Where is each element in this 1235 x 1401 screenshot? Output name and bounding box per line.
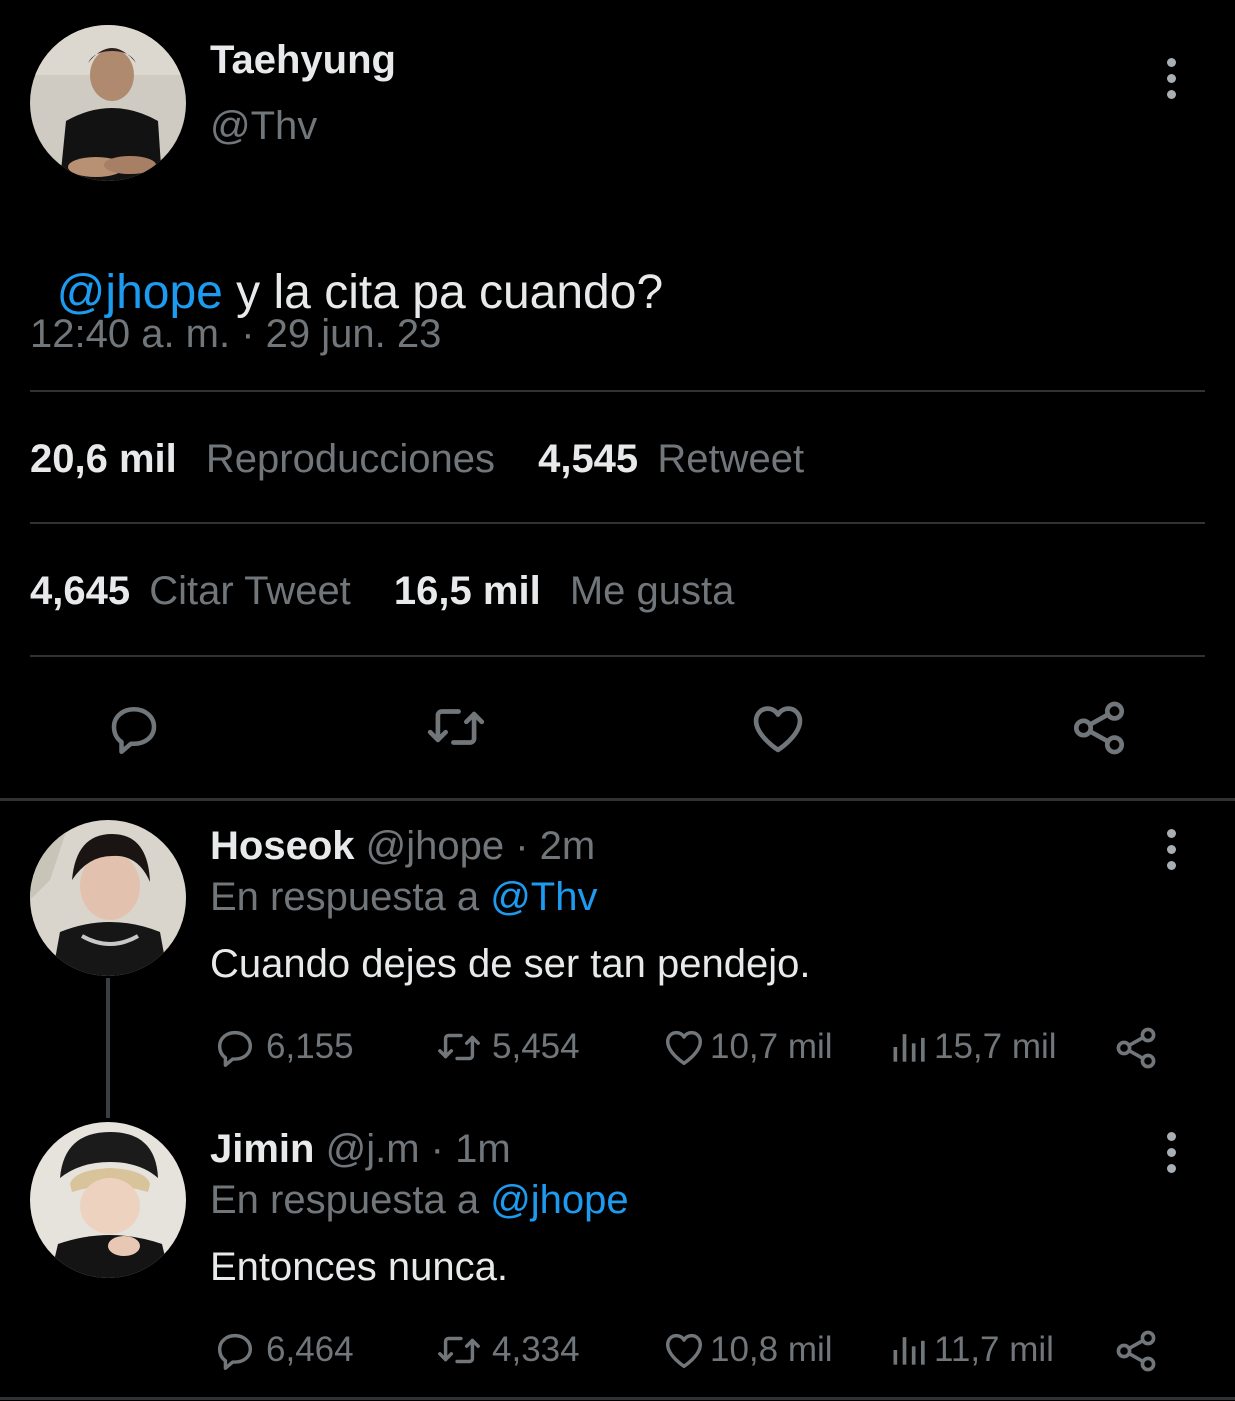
reply-author-name[interactable]: Hoseok — [210, 824, 355, 868]
reply-count: 6,155 — [266, 1027, 354, 1066]
more-options-icon[interactable] — [1164, 829, 1178, 870]
reply-handle-time[interactable]: @jhope · 2m — [366, 824, 596, 868]
divider — [30, 522, 1205, 524]
retweet-icon[interactable] — [423, 696, 489, 763]
views-icon — [893, 1337, 925, 1365]
reply-text: Entonces nunca. — [210, 1245, 508, 1289]
share-icon[interactable] — [1112, 1024, 1160, 1077]
stats-row-1: 20,6 mil Reproducciones 4,545 Retweet — [30, 437, 804, 482]
retweet-icon — [438, 1336, 480, 1364]
reply-context: En respuesta a @Thv — [210, 875, 597, 920]
retweets-count[interactable]: 4,545 — [538, 437, 638, 481]
retweets-label[interactable]: Retweet — [657, 437, 804, 481]
like-icon — [665, 1030, 703, 1066]
views-icon — [893, 1034, 925, 1062]
share-icon[interactable] — [1068, 697, 1130, 764]
author-handle[interactable]: @Thv — [210, 104, 317, 149]
views-label[interactable]: Reproducciones — [206, 437, 495, 481]
reply-text: Cuando dejes de ser tan pendejo. — [210, 942, 811, 986]
quotes-label[interactable]: Citar Tweet — [149, 569, 351, 613]
reply-count-button[interactable]: 6,155 — [212, 1024, 354, 1070]
like-count: 10,7 mil — [710, 1027, 833, 1066]
avatar-jimin[interactable] — [30, 1122, 186, 1278]
stats-row-2: 4,645 Citar Tweet 16,5 mil Me gusta — [30, 569, 734, 614]
divider — [30, 390, 1205, 392]
quotes-count[interactable]: 4,645 — [30, 569, 130, 613]
reply-actions: 6,155 5,454 10,7 mil 15,7 mil — [212, 1024, 1172, 1074]
avatar-taehyung[interactable] — [30, 25, 186, 181]
thread-connector — [106, 978, 110, 1118]
views-count: 15,7 mil — [934, 1027, 1057, 1066]
like-count-button[interactable]: 10,8 mil — [660, 1327, 833, 1373]
like-count: 10,8 mil — [710, 1330, 833, 1369]
reply-icon — [217, 1333, 253, 1370]
retweet-count: 5,454 — [492, 1027, 580, 1066]
reply-icon[interactable] — [104, 698, 164, 763]
like-count-button[interactable]: 10,7 mil — [660, 1024, 833, 1070]
reply-count: 6,464 — [266, 1330, 354, 1369]
retweet-count: 4,334 — [492, 1330, 580, 1369]
reply-to-link[interactable]: @jhope — [490, 1178, 628, 1222]
reply-header: Hoseok @jhope · 2m — [210, 824, 595, 869]
tweet-timestamp[interactable]: 12:40 a. m. · 29 jun. 23 — [30, 312, 441, 357]
author-name[interactable]: Taehyung — [210, 38, 396, 83]
like-icon[interactable] — [747, 697, 809, 764]
retweet-count-button[interactable]: 5,454 — [434, 1024, 580, 1070]
reply-header: Jimin @j.m · 1m — [210, 1127, 511, 1172]
views-count-button[interactable]: 15,7 mil — [888, 1024, 1057, 1070]
reply-count-button[interactable]: 6,464 — [212, 1327, 354, 1373]
share-icon[interactable] — [1112, 1327, 1160, 1380]
tweet-text: @jhope y la cita pa cuando? — [30, 210, 663, 320]
divider — [30, 655, 1205, 657]
like-icon — [665, 1333, 703, 1369]
reply-prefix: En respuesta a — [210, 875, 480, 919]
views-count[interactable]: 20,6 mil — [30, 437, 177, 481]
reply-context: En respuesta a @jhope — [210, 1178, 629, 1223]
likes-label[interactable]: Me gusta — [570, 569, 735, 613]
retweet-icon — [438, 1033, 480, 1061]
reply-prefix: En respuesta a — [210, 1178, 480, 1222]
views-count: 11,7 mil — [934, 1330, 1054, 1369]
reply-to-link[interactable]: @Thv — [490, 875, 597, 919]
reply-handle-time[interactable]: @j.m · 1m — [326, 1127, 511, 1171]
reply-author-name[interactable]: Jimin — [210, 1127, 314, 1171]
section-divider — [0, 798, 1235, 801]
likes-count[interactable]: 16,5 mil — [394, 569, 541, 613]
more-options-icon[interactable] — [1164, 1132, 1178, 1173]
bottom-divider — [0, 1397, 1235, 1400]
views-count-button[interactable]: 11,7 mil — [888, 1327, 1054, 1373]
reply-icon — [217, 1030, 253, 1067]
more-options-icon[interactable] — [1164, 58, 1178, 99]
retweet-count-button[interactable]: 4,334 — [434, 1327, 580, 1373]
avatar-hoseok[interactable] — [30, 820, 186, 976]
reply-actions: 6,464 4,334 10,8 mil 11,7 mil — [212, 1327, 1172, 1377]
